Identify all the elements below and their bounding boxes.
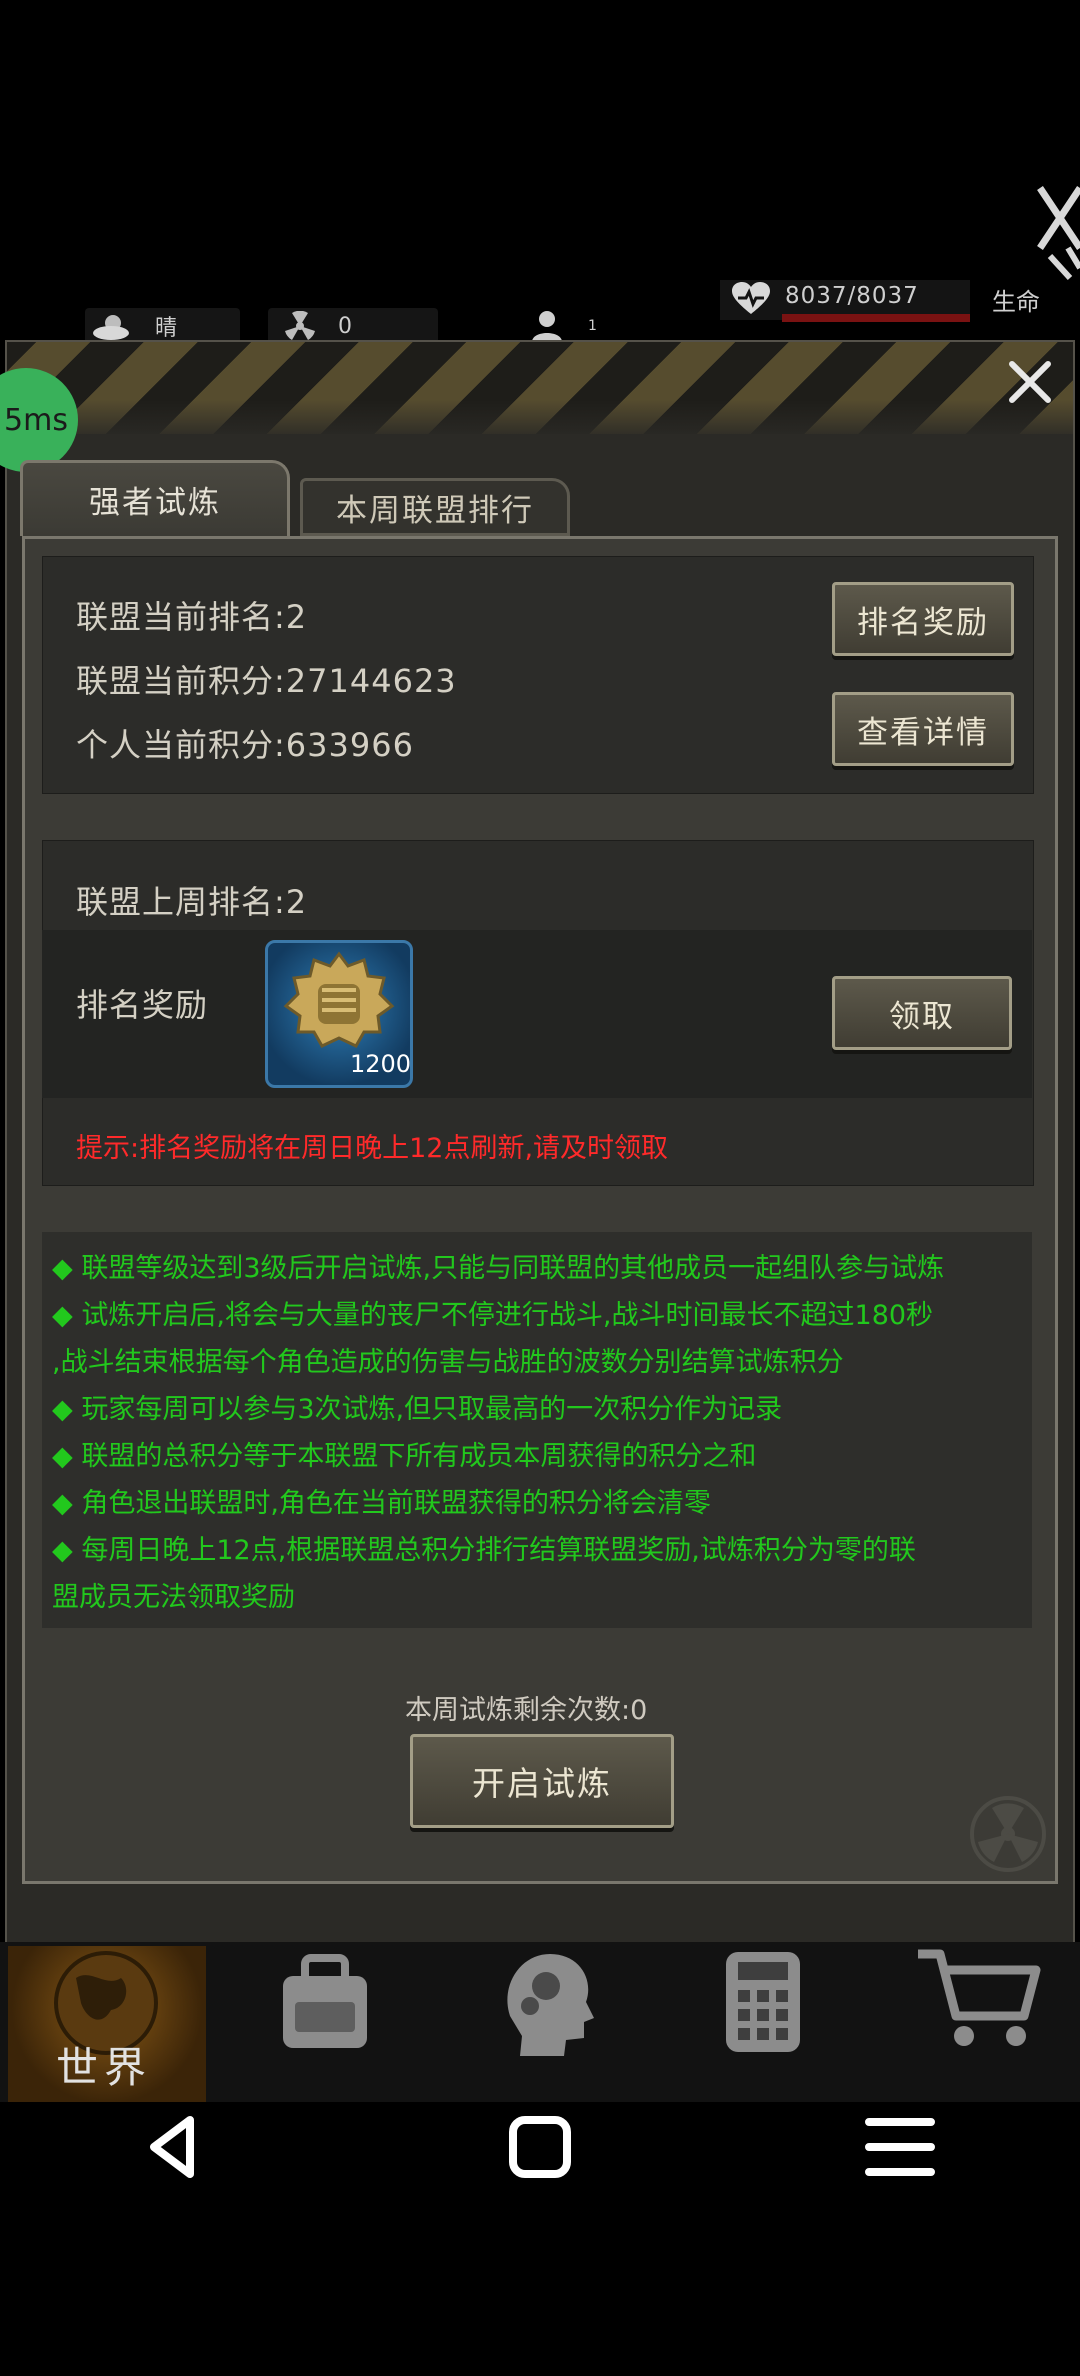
- rank-reward-button-label: 排名奖励: [857, 604, 989, 641]
- weather-chip: 晴: [85, 308, 240, 344]
- view-details-button-label: 查看详情: [857, 714, 989, 751]
- players-count: 1: [588, 318, 597, 334]
- person-icon: [532, 311, 562, 342]
- close-icon[interactable]: [998, 350, 1062, 414]
- reward-count: 1200: [350, 1050, 412, 1078]
- current-rank: 联盟当前排名:2: [76, 598, 308, 636]
- cloud-sun-icon: [93, 315, 129, 340]
- calculator-icon[interactable]: [718, 1946, 808, 2058]
- claim-button-label: 领取: [889, 998, 955, 1035]
- reward-label: 排名奖励: [76, 986, 209, 1024]
- shop-cart-icon[interactable]: [912, 1940, 1044, 2052]
- players-chip: 1: [530, 308, 630, 344]
- rule-item-continued: ,战斗结束根据每个角色造成的伤害与战胜的波数分别结算试炼积分: [52, 1347, 844, 1378]
- start-trial-button[interactable]: 开启试炼: [410, 1734, 674, 1828]
- rule-item: ◆ 联盟等级达到3级后开启试炼,只能与同联盟的其他成员一起组队参与试炼: [52, 1253, 945, 1284]
- rule-item: ◆ 角色退出联盟时,角色在当前联盟获得的积分将会清零: [52, 1488, 711, 1519]
- nav-world[interactable]: 世界: [8, 1946, 206, 2102]
- ping-text: 5ms: [4, 402, 68, 438]
- alliance-score: 联盟当前积分:27144623: [76, 662, 457, 700]
- hp-bar: [782, 314, 970, 322]
- tab-strong-trial[interactable]: 强者试炼: [20, 460, 290, 536]
- start-trial-button-label: 开启试炼: [472, 1764, 612, 1803]
- crossed-swords-icon[interactable]: [1030, 178, 1080, 298]
- tab-strong-trial-label: 强者试炼: [89, 485, 221, 521]
- radiation-icon: [285, 311, 315, 340]
- menu-icon[interactable]: [865, 2114, 935, 2180]
- backpack-icon[interactable]: [265, 1948, 385, 2058]
- tab-weekly-ranking-label: 本周联盟排行: [336, 492, 534, 529]
- rule-item: ◆ 试炼开启后,将会与大量的丧尸不停进行战斗,战斗时间最长不超过180秒: [52, 1300, 934, 1331]
- last-week-rank: 联盟上周排名:2: [76, 883, 308, 921]
- radiation-chip: 0: [268, 308, 438, 344]
- rank-reward-button[interactable]: 排名奖励: [832, 582, 1014, 656]
- back-icon[interactable]: [140, 2112, 210, 2182]
- rule-item: ◆ 玩家每周可以参与3次试炼,但只取最高的一次积分作为记录: [52, 1394, 783, 1425]
- hp-text: 8037/8037: [785, 283, 919, 309]
- weather-text: 晴: [155, 316, 178, 341]
- rule-item: ◆ 联盟的总积分等于本联盟下所有成员本周获得的积分之和: [52, 1441, 757, 1472]
- fist-badge-icon: [283, 951, 395, 1048]
- radiation-value: 0: [338, 313, 352, 339]
- claim-button[interactable]: 领取: [832, 976, 1012, 1050]
- rule-item-continued: 盟成员无法领取奖励: [52, 1582, 295, 1613]
- refresh-tip: 提示:排名奖励将在周日晚上12点刷新,请及时领取: [76, 1133, 669, 1164]
- rule-item: ◆ 每周日晚上12点,根据联盟总积分排行结算联盟奖励,试炼积分为零的联: [52, 1535, 916, 1566]
- radiation-watermark-icon: [970, 1796, 1046, 1872]
- skills-head-icon[interactable]: [490, 1946, 600, 2058]
- header-fade: [7, 400, 1073, 440]
- remaining-count: 本周试炼剩余次数:0: [405, 1695, 648, 1726]
- heart-icon: [732, 282, 770, 314]
- tab-weekly-ranking[interactable]: 本周联盟排行: [300, 478, 570, 536]
- nav-world-label: 世界: [56, 2043, 153, 2092]
- view-details-button[interactable]: 查看详情: [832, 692, 1014, 766]
- personal-score: 个人当前积分:633966: [76, 726, 414, 764]
- home-icon[interactable]: [505, 2112, 575, 2182]
